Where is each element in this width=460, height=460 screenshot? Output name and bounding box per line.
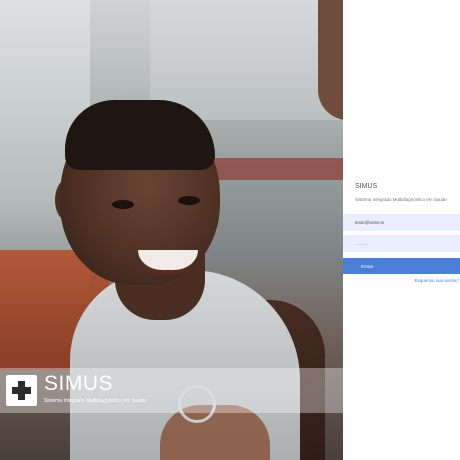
forgot-password-link[interactable]: Esqueceu sua senha? — [414, 278, 459, 283]
brand-name: SIMUS — [44, 372, 114, 395]
brand-subtitle: Sistema Integrado Multidiagnóstico em Sa… — [44, 398, 147, 404]
enter-button[interactable]: Entrar — [343, 258, 460, 274]
photo-child-eye-right — [178, 196, 200, 205]
cross-horizontal-bar — [12, 387, 31, 394]
login-subtitle: Sistema Integrado Multidiagnóstico em Sa… — [355, 197, 447, 202]
photo-adult — [318, 0, 343, 120]
photo-child-hair — [65, 100, 215, 170]
login-panel: SIMUS Sistema Integrado Multidiagnóstico… — [343, 0, 460, 460]
login-page: SIMUS Sistema Integrado Multidiagnóstico… — [0, 0, 460, 460]
login-title: SIMUS — [355, 183, 378, 190]
photo-adult-hand — [160, 405, 270, 460]
email-field[interactable] — [343, 214, 460, 231]
password-field[interactable] — [343, 235, 460, 252]
medical-cross-icon — [6, 375, 37, 406]
photo-child-eye-left — [112, 200, 134, 209]
photo-shelf — [150, 0, 340, 120]
photo-wall-stripe — [205, 158, 343, 180]
